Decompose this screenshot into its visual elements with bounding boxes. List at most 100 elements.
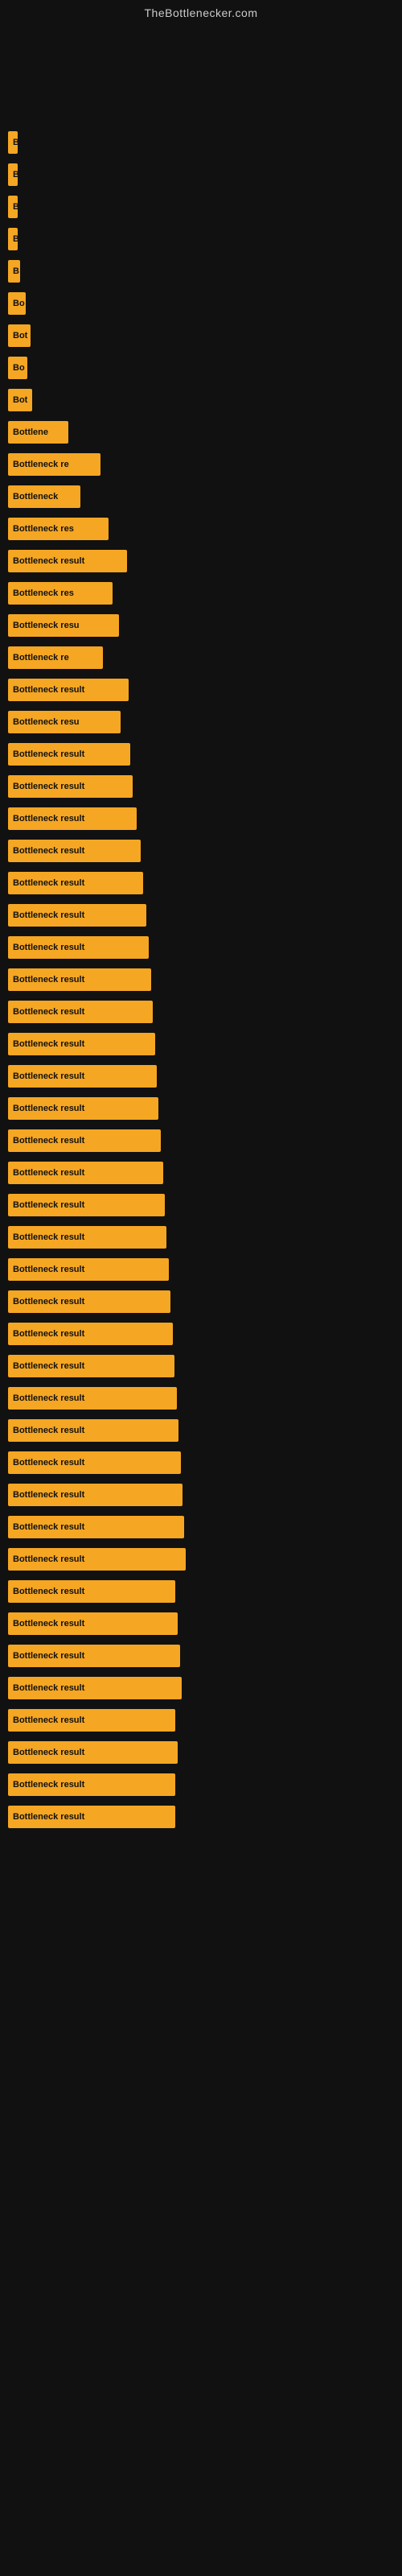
bar-label: Bottleneck result — [8, 1097, 158, 1120]
bar-row: B — [8, 159, 386, 190]
bar-row: Bottleneck result — [8, 964, 386, 995]
bar-label: Bo — [8, 357, 27, 379]
bar-label: Bottleneck result — [8, 1451, 181, 1474]
bar-label: Bottleneck — [8, 485, 80, 508]
bar-label: Bottleneck resu — [8, 711, 121, 733]
bar-label: Bottleneck result — [8, 550, 127, 572]
bar-label: Bottleneck result — [8, 1323, 173, 1345]
bar-row: Bottleneck result — [8, 1158, 386, 1188]
bar-row: Bottleneck re — [8, 449, 386, 480]
bar-label: B — [8, 260, 20, 283]
bar-row: Bottleneck result — [8, 1544, 386, 1575]
bar-row: Bottleneck resu — [8, 707, 386, 737]
bar-row: Bottleneck result — [8, 546, 386, 576]
bar-label: Bottleneck result — [8, 1548, 186, 1571]
bar-row: B — [8, 127, 386, 158]
bar-row: Bottleneck result — [8, 900, 386, 931]
bar-row: Bottleneck result — [8, 997, 386, 1027]
bar-label: Bo — [8, 292, 26, 315]
bar-row: Bottleneck result — [8, 1673, 386, 1703]
bar-row: B — [8, 256, 386, 287]
bar-row: Bottleneck result — [8, 1029, 386, 1059]
bar-row: Bottleneck result — [8, 1608, 386, 1639]
bar-row: Bottleneck result — [8, 932, 386, 963]
bar-row: Bottleneck result — [8, 1093, 386, 1124]
bar-label: Bottleneck result — [8, 1806, 175, 1828]
bar-label: Bottleneck result — [8, 840, 141, 862]
bar-label: Bottleneck re — [8, 646, 103, 669]
bar-row: B — [8, 224, 386, 254]
bar-label: Bottleneck result — [8, 1290, 170, 1313]
bar-row: Bottleneck result — [8, 1383, 386, 1414]
bar-label: Bottleneck result — [8, 904, 146, 927]
bar-label: Bottleneck result — [8, 1612, 178, 1635]
bar-label: Bottleneck result — [8, 743, 130, 766]
bar-row: Bot — [8, 320, 386, 351]
bar-row: Bottleneck result — [8, 1447, 386, 1478]
bar-label: Bottleneck result — [8, 679, 129, 701]
bar-row: Bottleneck result — [8, 1480, 386, 1510]
bar-label: Bottleneck result — [8, 1226, 166, 1249]
bar-row: Bottleneck result — [8, 1319, 386, 1349]
bar-row: Bottleneck result — [8, 1286, 386, 1317]
bar-row: Bottleneck — [8, 481, 386, 512]
bar-label: Bottleneck result — [8, 1001, 153, 1023]
bar-row — [8, 63, 386, 93]
bar-row: Bottleneck result — [8, 803, 386, 834]
bar-row: Bottleneck result — [8, 771, 386, 802]
bar-row: Bo — [8, 353, 386, 383]
bar-row: B — [8, 192, 386, 222]
bar-row: Bot — [8, 385, 386, 415]
bar-label: Bottleneck res — [8, 582, 113, 605]
bar-row: Bottleneck re — [8, 642, 386, 673]
bar-label: Bottleneck result — [8, 1129, 161, 1152]
bar-row: Bottleneck res — [8, 578, 386, 609]
bar-row: Bottleneck result — [8, 675, 386, 705]
bar-row: Bottleneck resu — [8, 610, 386, 641]
bar-label: Bottleneck resu — [8, 614, 119, 637]
bar-row: Bottleneck result — [8, 1351, 386, 1381]
bar-label: B — [8, 163, 18, 186]
bar-row: Bottleneck result — [8, 1512, 386, 1542]
bar-label: Bottleneck result — [8, 1580, 175, 1603]
bar-label: Bottleneck result — [8, 1484, 183, 1506]
bar-row: Bottleneck result — [8, 1415, 386, 1446]
bar-label: Bottleneck re — [8, 453, 100, 476]
bar-row: Bottleneck result — [8, 1254, 386, 1285]
bar-label: Bot — [8, 389, 32, 411]
bar-row: Bottleneck result — [8, 1769, 386, 1800]
bar-label: Bottleneck result — [8, 936, 149, 959]
bar-label: Bottlene — [8, 421, 68, 444]
bar-label: Bottleneck result — [8, 1355, 174, 1377]
bar-label: Bottleneck result — [8, 968, 151, 991]
bar-label: Bot — [8, 324, 31, 347]
bar-row: Bo — [8, 288, 386, 319]
bar-label: Bottleneck result — [8, 872, 143, 894]
bar-label: Bottleneck result — [8, 775, 133, 798]
bar-label: Bottleneck res — [8, 518, 109, 540]
bar-row: Bottleneck result — [8, 1576, 386, 1607]
bar-row: Bottleneck result — [8, 1190, 386, 1220]
bar-row: Bottleneck result — [8, 1222, 386, 1253]
site-title: TheBottlenecker.com — [0, 0, 402, 23]
bar-label: Bottleneck result — [8, 1387, 177, 1410]
bar-row: Bottleneck result — [8, 868, 386, 898]
bar-label: B — [8, 196, 18, 218]
bar-label: Bottleneck result — [8, 1677, 182, 1699]
bar-row: Bottleneck res — [8, 514, 386, 544]
bar-row: Bottleneck result — [8, 1641, 386, 1671]
bar-row: Bottleneck result — [8, 1737, 386, 1768]
bar-label: Bottleneck result — [8, 1065, 157, 1088]
bar-label: B — [8, 131, 18, 154]
bar-row: Bottleneck result — [8, 1802, 386, 1832]
bar-label: Bottleneck result — [8, 1516, 184, 1538]
bar-row — [8, 95, 386, 126]
bar-label: Bottleneck result — [8, 1419, 178, 1442]
bar-row: Bottleneck result — [8, 1061, 386, 1092]
bar-label: Bottleneck result — [8, 1258, 169, 1281]
bar-label: B — [8, 228, 18, 250]
bar-row: Bottleneck result — [8, 1125, 386, 1156]
bar-row: Bottleneck result — [8, 836, 386, 866]
bar-label: Bottleneck result — [8, 1645, 180, 1667]
bar-label: Bottleneck result — [8, 1773, 175, 1796]
